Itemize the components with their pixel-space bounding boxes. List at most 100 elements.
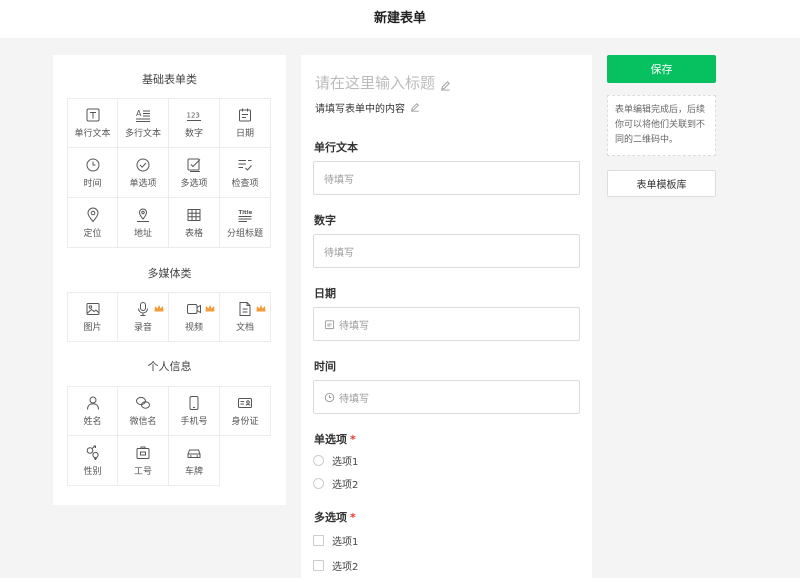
palette-item-label: 视频: [184, 323, 203, 333]
palette-item[interactable]: 性别: [67, 436, 118, 486]
number-input[interactable]: 待填写: [313, 234, 580, 268]
palette-item[interactable]: 单行文本: [67, 98, 118, 148]
palette-item-label: 文档: [235, 323, 254, 333]
svg-text:123: 123: [187, 112, 200, 120]
date-input[interactable]: 待填写: [313, 307, 580, 341]
location-pin-icon: [85, 207, 101, 223]
save-button[interactable]: 保存: [607, 55, 716, 83]
microphone-icon: [135, 301, 151, 317]
form-title-placeholder: 请在这里输入标题: [315, 74, 436, 92]
person-icon: [85, 395, 101, 411]
radio-check-icon: [135, 157, 151, 173]
palette-item[interactable]: 时间: [67, 148, 118, 198]
field-label-multi-choice: 多选项 *: [314, 509, 356, 525]
palette-item[interactable]: 单选项: [118, 148, 169, 198]
wechat-icon: [135, 395, 151, 411]
personal-section-title: 个人信息: [147, 360, 192, 373]
field-label-single-choice: 单选项 *: [314, 431, 356, 447]
address-pin-icon: [135, 207, 151, 223]
id-card-icon: [237, 395, 253, 411]
single-choice-label-text: 单选项: [314, 433, 347, 446]
palette-item[interactable]: 视频: [169, 292, 220, 342]
video-icon: [186, 301, 202, 317]
single-text-input[interactable]: 待填写: [313, 161, 580, 195]
calendar-icon: [324, 319, 335, 330]
palette-item[interactable]: Title 分组标题: [220, 198, 271, 248]
palette-item-label: 定位: [83, 228, 102, 239]
calendar-icon: [237, 107, 253, 123]
form-description-input[interactable]: 请填写表单中的内容: [315, 100, 421, 115]
checkbox[interactable]: [313, 535, 324, 546]
palette-item[interactable]: 123 数字: [169, 98, 220, 148]
time-placeholder: 待填写: [339, 393, 369, 405]
image-icon: [85, 301, 101, 317]
palette-item[interactable]: 地址: [118, 198, 169, 248]
checklist-icon: [237, 157, 253, 173]
palette-item-label: 日期: [235, 129, 254, 139]
palette-item-label: 工号: [133, 466, 152, 477]
palette-item-label: 录音: [133, 323, 152, 333]
palette-item-label: 微信名: [129, 417, 157, 427]
required-mark: *: [350, 433, 356, 446]
palette-item-label: 身份证: [231, 417, 259, 427]
form-template-library-button[interactable]: 表单模板库: [607, 170, 716, 197]
multi-choice-option-2[interactable]: 选项2: [313, 558, 358, 573]
palette-item-label: 单行文本: [74, 129, 111, 139]
gender-icon: [85, 445, 101, 461]
single-text-placeholder: 待填写: [324, 174, 354, 186]
palette-item[interactable]: 图片: [67, 292, 118, 342]
palette-item-label: 多行文本: [124, 129, 161, 139]
palette-item[interactable]: 定位: [67, 198, 118, 248]
palette-item[interactable]: A 多行文本: [118, 98, 169, 148]
edit-pencil-icon: [440, 77, 451, 91]
time-input[interactable]: 待填写: [313, 380, 580, 414]
form-description-text: 请填写表单中的内容: [315, 104, 405, 115]
palette-item[interactable]: 工号: [118, 436, 169, 486]
option-label: 选项1: [332, 537, 359, 548]
radio-button[interactable]: [313, 478, 324, 489]
document-icon: [237, 301, 253, 317]
field-label-single-text: 单行文本: [314, 141, 358, 154]
multi-choice-option-1[interactable]: 选项1: [313, 533, 358, 548]
palette-item[interactable]: 姓名: [67, 386, 118, 436]
palette-item-label: 时间: [83, 178, 102, 189]
palette-item[interactable]: 身份证: [220, 386, 271, 436]
single-choice-option-1[interactable]: 选项1: [313, 453, 358, 468]
clock-icon: [85, 157, 101, 173]
help-tip: 表单编辑完成后，后续你可以将他们关联到不同的二维码中。: [607, 95, 716, 156]
personal-fields-grid: 姓名 微信名 手机号 身份证性别 工号 车牌: [67, 386, 271, 486]
palette-item[interactable]: 车牌: [169, 436, 220, 486]
palette-item[interactable]: 文档: [220, 292, 271, 342]
radio-button[interactable]: [313, 455, 324, 466]
multi-choice-label-text: 多选项: [314, 511, 347, 524]
palette-item[interactable]: 检查项: [220, 148, 271, 198]
car-icon: [186, 445, 202, 461]
edit-pencil-icon: [410, 102, 421, 113]
multi-line-text-icon: A: [135, 107, 151, 123]
field-palette: 基础表单类 单行文本 A 多行文本 123 数字 日期时间 单选项 多选项 检查项定位 地址 表格 T…: [53, 55, 286, 505]
option-label: 选项1: [332, 457, 359, 468]
checkbox[interactable]: [313, 560, 324, 571]
required-mark: *: [350, 511, 356, 524]
palette-item-label: 手机号: [180, 417, 208, 427]
media-fields-grid: 图片 录音 视频 文档: [67, 292, 271, 342]
group-title-icon: Title: [237, 207, 253, 223]
number-placeholder: 待填写: [324, 247, 354, 259]
palette-item-label: 单选项: [129, 178, 157, 189]
form-canvas: 请在这里输入标题 请填写表单中的内容 单行文本 待填写 数字 待填写 日期 待填…: [301, 55, 592, 578]
form-title-input[interactable]: 请在这里输入标题: [315, 72, 451, 93]
palette-item[interactable]: 多选项: [169, 148, 220, 198]
checkbox-icon: [186, 157, 202, 173]
palette-item[interactable]: 微信名: [118, 386, 169, 436]
palette-item-label: 表格: [184, 228, 203, 239]
single-choice-option-2[interactable]: 选项2: [313, 476, 358, 491]
top-bar: 新建表单: [0, 0, 800, 38]
svg-text:A: A: [136, 109, 142, 118]
palette-item[interactable]: 手机号: [169, 386, 220, 436]
palette-item[interactable]: 日期: [220, 98, 271, 148]
palette-item-label: 多选项: [180, 178, 208, 189]
palette-item[interactable]: 表格: [169, 198, 220, 248]
palette-item[interactable]: 录音: [118, 292, 169, 342]
basic-section-title: 基础表单类: [142, 73, 197, 86]
single-line-text-icon: [85, 107, 101, 123]
